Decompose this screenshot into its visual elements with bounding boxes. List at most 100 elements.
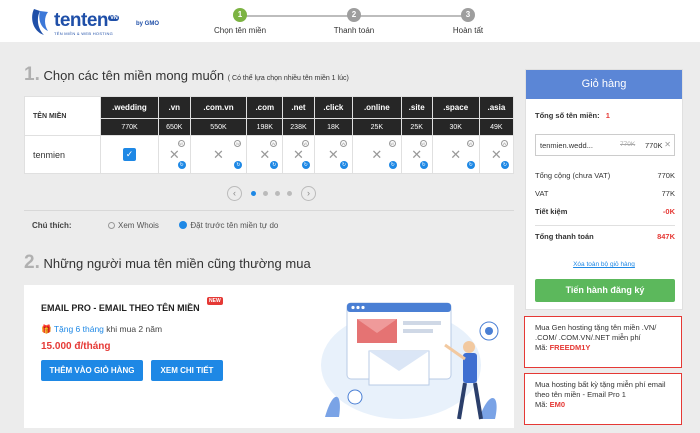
domain-cell[interactable]: ✕ W ↻ — [478, 135, 515, 174]
ext-header: .online — [351, 96, 402, 119]
reserve-icon[interactable]: ↻ — [419, 161, 428, 169]
ext-header: .click — [313, 96, 353, 119]
pager-dot[interactable] — [263, 191, 268, 196]
unavailable-x-icon: ✕ — [327, 147, 339, 162]
legend: Chú thích: Xem Whois Đặt trước tên miền … — [32, 221, 279, 230]
ext-price: 25K — [351, 118, 402, 136]
view-detail-button[interactable]: XEM CHI TIẾT — [151, 360, 223, 381]
whois-icon[interactable]: W — [388, 140, 396, 147]
unavailable-x-icon: ✕ — [293, 147, 304, 162]
checked-checkbox-icon[interactable]: ✓ — [123, 148, 136, 161]
domain-cell-wedding[interactable]: ✓ — [100, 135, 159, 174]
unavailable-x-icon: ✕ — [450, 147, 462, 162]
domain-cell[interactable]: ✕ W ↻ — [246, 135, 284, 174]
cart-title: Giỏ hàng — [526, 70, 682, 99]
ext-header: .space — [431, 96, 480, 119]
whois-icon[interactable]: W — [419, 140, 427, 147]
reserve-legend-icon — [179, 221, 188, 229]
next-arrow-icon[interactable]: › — [301, 186, 316, 201]
domain-cell[interactable]: ✕ W ↻ — [400, 135, 433, 174]
reserve-icon[interactable]: ↻ — [301, 161, 310, 169]
checkout-button[interactable]: Tiến hành đăng ký — [535, 279, 675, 302]
ext-header: .net — [282, 96, 315, 119]
unavailable-x-icon: ✕ — [168, 147, 180, 162]
cart-item-price: 770K — [645, 141, 663, 150]
cart-saving: Tiết kiệm -0K — [535, 207, 675, 216]
step-choose-domain: 1 Chọn tên miền — [200, 8, 280, 35]
ext-header: .com — [246, 96, 284, 119]
reserve-icon[interactable]: ↻ — [388, 161, 397, 169]
ext-header: .wedding — [100, 96, 159, 119]
cart-item-name: tenmien.wedd... — [540, 141, 593, 150]
whois-icon[interactable]: W — [301, 140, 309, 147]
ext-header: .asia — [478, 96, 515, 119]
table-pager: ‹ › — [227, 186, 319, 202]
domain-cell[interactable]: ✕ W ↻ — [158, 135, 191, 174]
email-illustration-icon — [321, 302, 499, 420]
whois-icon[interactable]: W — [270, 140, 278, 147]
step-number: 1 — [233, 8, 247, 22]
pager-dot[interactable] — [275, 191, 280, 196]
clear-cart-link[interactable]: Xóa toàn bộ giỏ hàng — [526, 261, 682, 268]
domain-cell[interactable]: ✕ W ↻ — [189, 135, 248, 174]
unavailable-x-icon: ✕ — [411, 147, 423, 162]
reserve-icon[interactable]: ↻ — [270, 161, 279, 169]
gift-icon: 🎁 — [41, 324, 52, 334]
step-label: Thanh toán — [333, 26, 375, 35]
domain-cell[interactable]: ✕ W ↻ — [351, 135, 402, 174]
ext-price: 650K — [158, 118, 191, 136]
promo-code[interactable]: EM0 — [550, 400, 565, 409]
cart-total: Tổng thanh toán 847K — [535, 232, 675, 241]
add-to-cart-button[interactable]: THÊM VÀO GIỎ HÀNG — [41, 360, 143, 381]
section-choose-domains-title: 1. Chọn các tên miền mong muốn ( Có thể … — [24, 64, 349, 85]
reserve-icon[interactable]: ↻ — [177, 161, 186, 169]
remove-item-icon[interactable]: ✕ — [664, 140, 671, 149]
reserve-icon[interactable]: ↻ — [501, 161, 509, 169]
logo-gmo: by GMO — [136, 21, 160, 27]
unavailable-x-icon: ✕ — [371, 147, 383, 162]
whois-icon[interactable]: W — [234, 140, 242, 147]
pager-dot[interactable] — [287, 191, 292, 196]
table-row: tenmien ✓ ✕ W ↻ ✕ W ↻ ✕ W ↻ ✕ W ↻ ✕ W ↻ ✕ W ↻ ✕ W ↻ ✕ W… — [24, 135, 515, 174]
domain-cell[interactable]: ✕ W ↻ — [313, 135, 353, 174]
step-label: Hoàn tất — [452, 26, 484, 35]
promo-code[interactable]: FREEDM1Y — [550, 343, 591, 352]
domain-column-label: TÊN MIỀN — [24, 96, 101, 136]
reserve-icon[interactable]: ↻ — [339, 161, 348, 169]
tenten-logo[interactable]: tenten VN by GMO TÊN MIỀN & WEB HOSTING — [30, 7, 165, 37]
domain-table: TÊN MIỀN .wedding .vn .com.vn .com .net … — [24, 96, 515, 174]
domain-cell[interactable]: ✕ W ↻ — [431, 135, 480, 174]
prev-arrow-icon[interactable]: ‹ — [227, 186, 242, 201]
whois-icon[interactable]: W — [501, 140, 508, 147]
logo-swoosh-icon — [32, 9, 48, 35]
ext-price: 198K — [246, 118, 284, 136]
new-badge: NEW — [207, 297, 223, 305]
promo-box: Mua Gen hosting tặng tên miền .VN/ .COM/… — [524, 316, 682, 368]
whois-icon[interactable]: W — [339, 140, 347, 147]
cart-total-domains: Tổng số tên miền: 1 — [535, 111, 610, 120]
ext-price: 770K — [100, 118, 159, 136]
reserve-icon[interactable]: ↻ — [466, 161, 475, 169]
cart-vat: VAT 77K — [535, 189, 675, 198]
domain-name-cell: tenmien — [24, 135, 101, 174]
whois-icon[interactable]: W — [466, 140, 474, 147]
ext-price: 49K — [478, 118, 515, 136]
ext-price: 550K — [189, 118, 248, 136]
cart-panel: Giỏ hàng Tổng số tên miền: 1 tenmien.wed… — [525, 69, 683, 310]
ext-price: 18K — [313, 118, 353, 136]
reserve-icon[interactable]: ↻ — [234, 161, 243, 169]
step-number: 2 — [347, 8, 361, 22]
pager-dot[interactable] — [251, 191, 256, 196]
ext-header: .site — [400, 96, 433, 119]
email-promo-line: 🎁 Tặng 6 tháng khi mua 2 năm — [41, 324, 163, 334]
unavailable-x-icon: ✕ — [259, 147, 271, 162]
domain-cell[interactable]: ✕ W ↻ — [282, 135, 315, 174]
divider — [24, 210, 514, 211]
whois-icon[interactable]: W — [177, 140, 185, 147]
unavailable-x-icon: ✕ — [490, 147, 502, 162]
promo-box: Mua hosting bất kỳ tặng miễn phí email t… — [524, 373, 682, 425]
email-price: 15.000 đ/tháng — [41, 341, 111, 352]
ext-header: .com.vn — [189, 96, 248, 119]
logo-tagline: TÊN MIỀN & WEB HOSTING — [54, 31, 114, 36]
cart-item: tenmien.wedd... 770K 770K ✕ — [535, 134, 675, 156]
